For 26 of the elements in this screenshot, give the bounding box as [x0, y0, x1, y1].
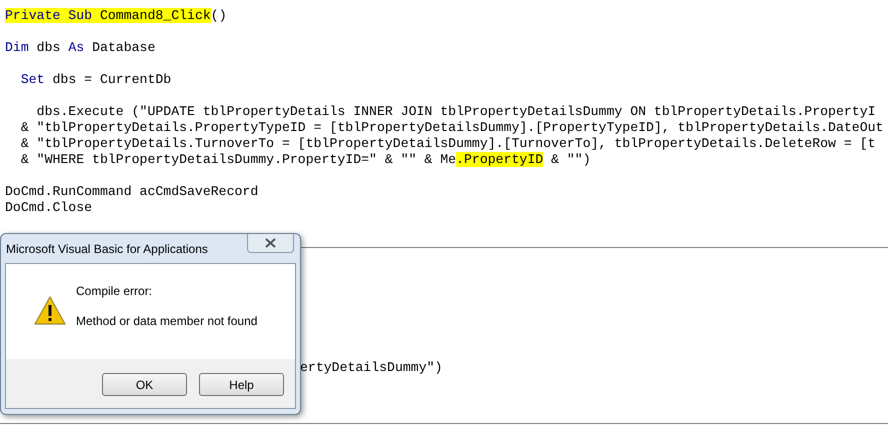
code-text: dbs.Execute ("UPDATE tblPropertyDetails INNER JOIN tblPropertyDetailsDummy ON tblPropertyDetails.PropertyI	[36, 104, 876, 119]
warning-icon	[34, 296, 66, 325]
code-text: Command8_Click	[92, 8, 211, 23]
code-keyword: Private Sub	[5, 8, 92, 23]
code-text: & "WHERE tblPropertyDetailsDummy.PropertyID=" & "" & Me	[20, 152, 456, 167]
code-text: dbs	[36, 40, 62, 55]
close-icon	[265, 238, 276, 248]
code-text: DoCmd.RunCommand acCmdSaveRecord	[5, 184, 258, 199]
ok-button[interactable]: OK	[102, 373, 187, 396]
error-heading: Compile error:	[76, 283, 154, 300]
code-keyword: Dim	[5, 40, 29, 55]
code-text: .PropertyID	[456, 152, 544, 167]
code-text: ()	[210, 8, 227, 23]
code-text: Database	[91, 40, 156, 55]
code-keyword: As	[68, 40, 84, 55]
code-text: dbs = CurrentDb	[51, 72, 172, 87]
dialog-title: Microsoft Visual Basic for Applications	[6, 241, 208, 258]
code-text: & "")	[550, 152, 591, 167]
help-button[interactable]: Help	[199, 373, 284, 396]
error-message: Method or data member not found	[76, 313, 258, 330]
code-text: & "tblPropertyDetails.TurnoverTo = [tblPropertyDetailsDummy].[TurnoverTo], tblPropertyDetails.DeleteRow = [t	[20, 136, 876, 151]
code-keyword: Set	[20, 72, 45, 87]
code-text: ertyDetailsDummy")	[300, 360, 442, 375]
close-button[interactable]	[247, 234, 294, 253]
code-text: DoCmd.Close	[5, 200, 92, 215]
code-text: & "tblPropertyDetails.PropertyTypeID = [tblPropertyDetailsDummy].[PropertyTypeID], tblPropertyDetails.DateOut	[20, 120, 884, 135]
